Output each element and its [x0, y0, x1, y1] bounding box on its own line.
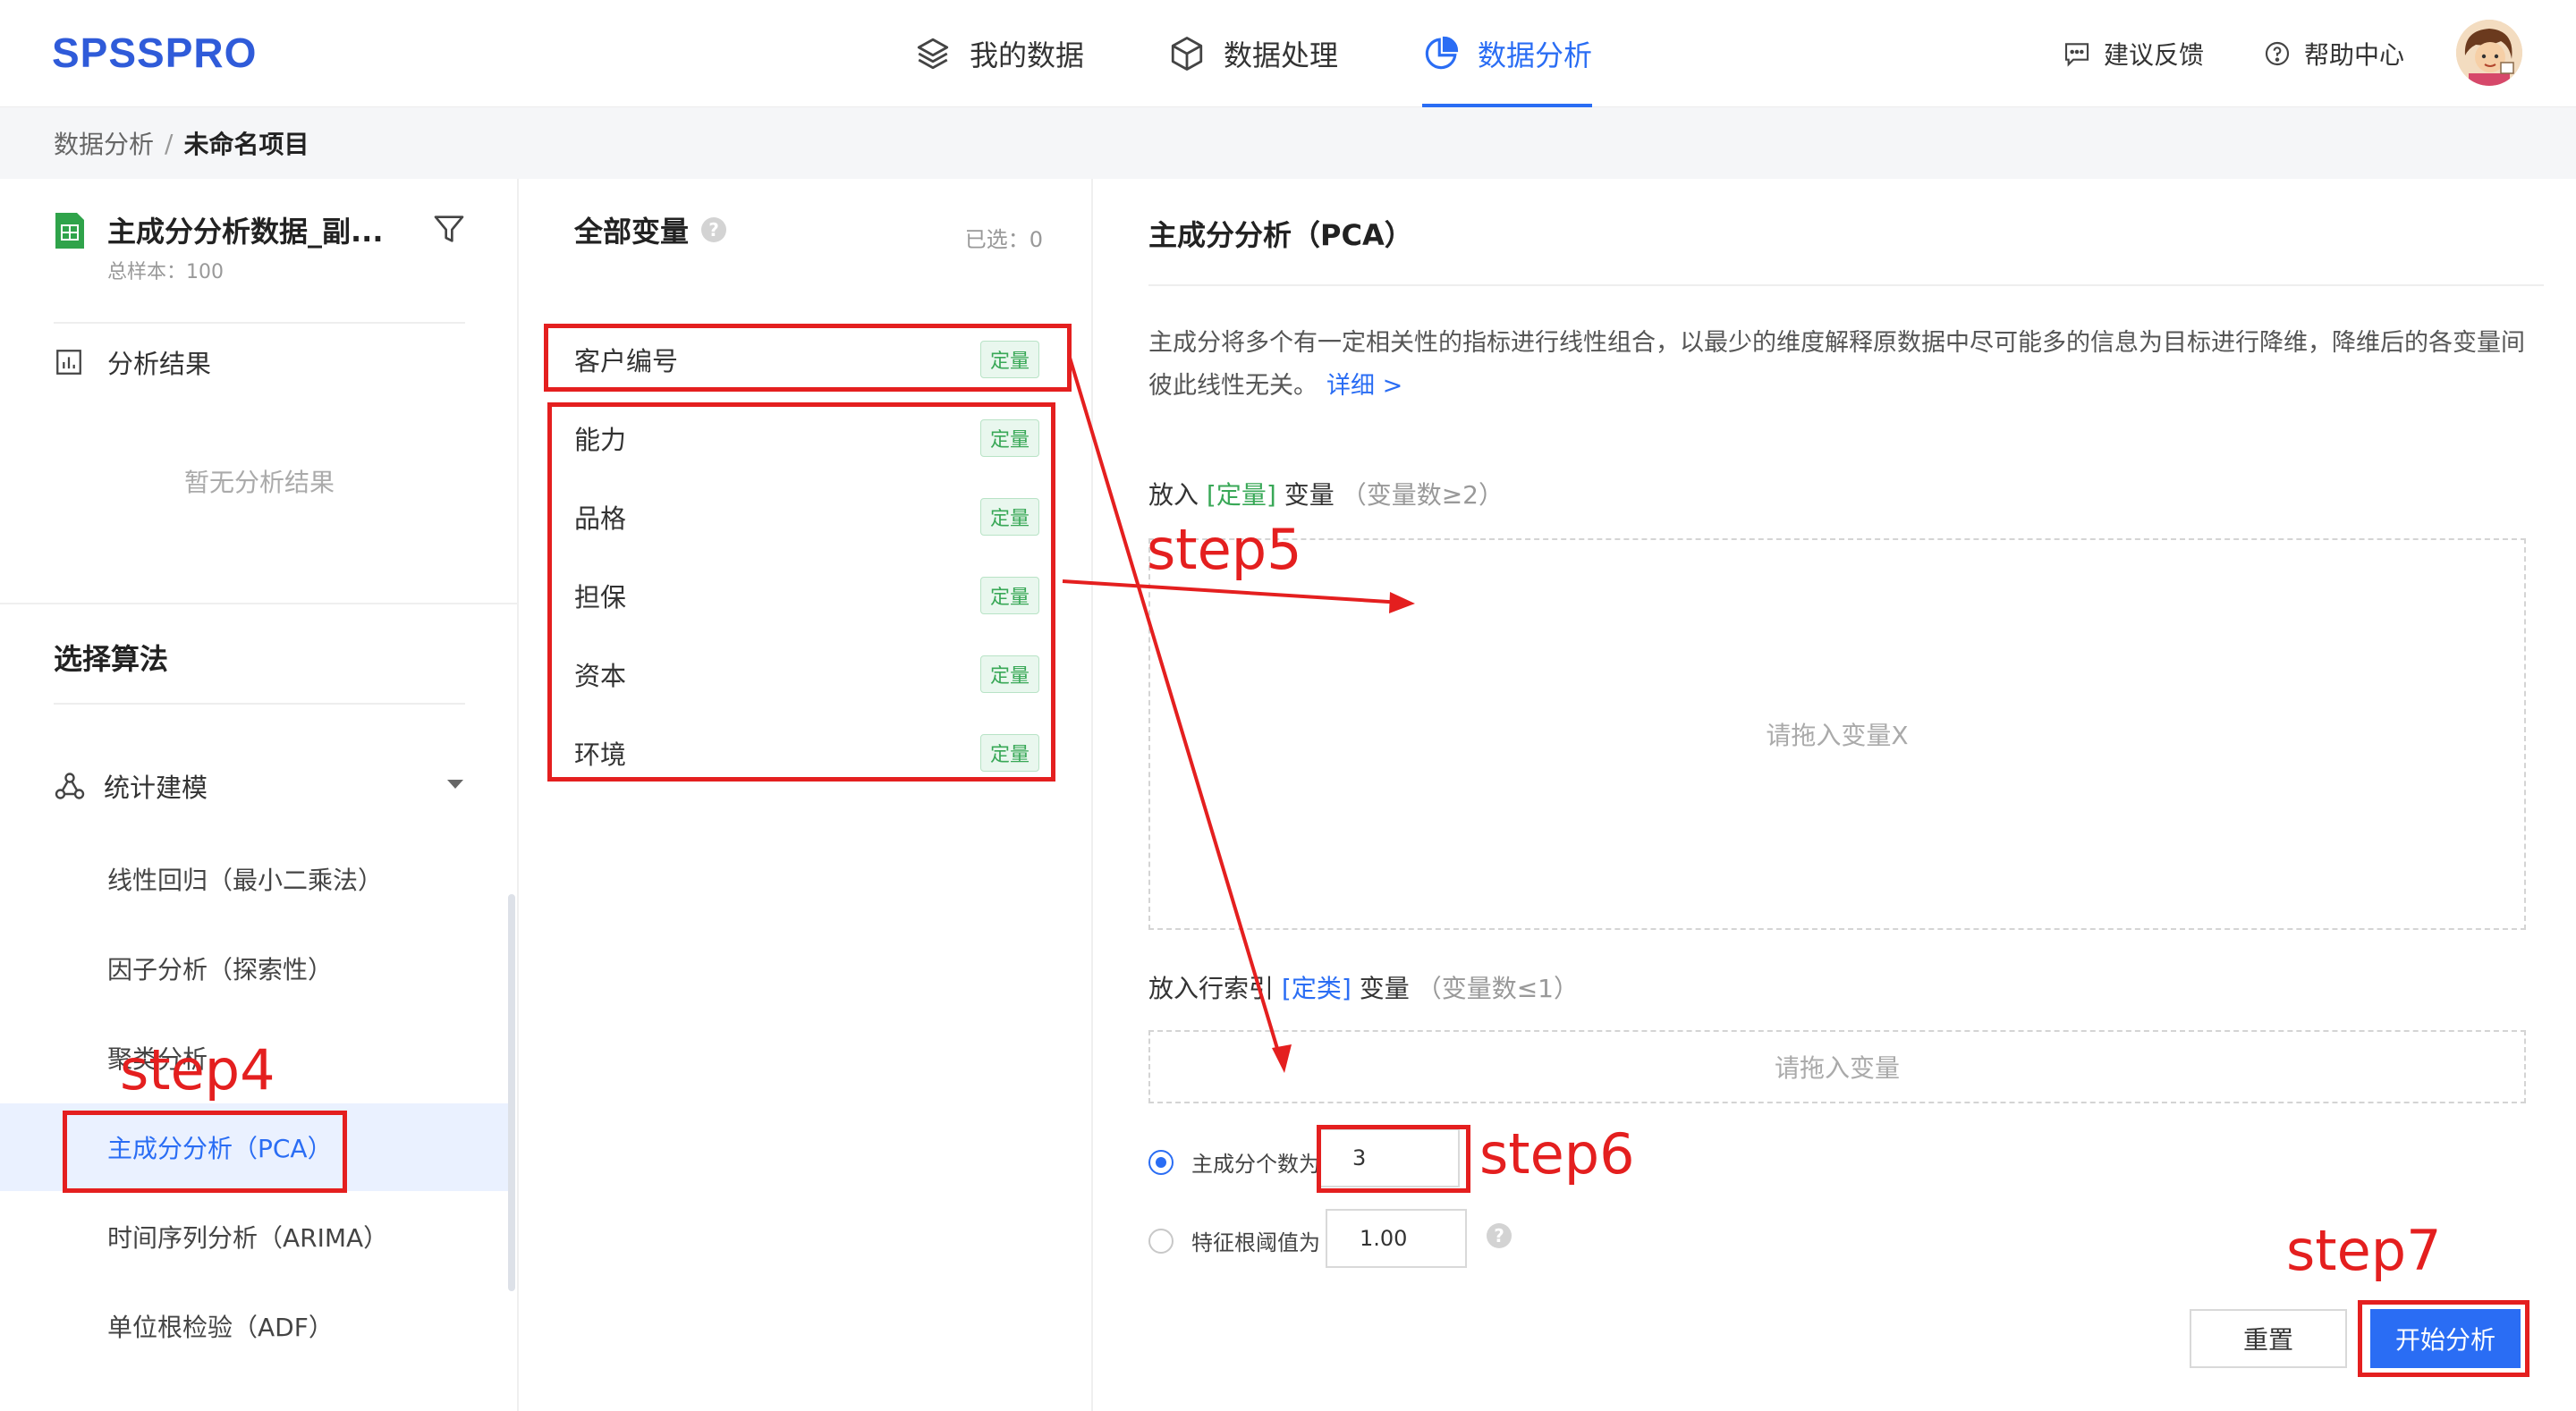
feedback-label: 建议反馈 — [2104, 40, 2205, 70]
help-icon[interactable]: ? — [701, 217, 727, 242]
breadcrumb: 数据分析 / 未命名项目 — [0, 107, 2576, 179]
layers-icon — [917, 38, 949, 70]
step6-label: step6 — [1479, 1121, 1635, 1187]
drop-index-label: 放入行索引 [定类] 变量 （变量数≤1） — [1148, 969, 1579, 1005]
step7-label: step7 — [2286, 1218, 2442, 1283]
step5-label: step5 — [1147, 517, 1302, 582]
all-variables-header: 全部变量 ? — [574, 209, 727, 250]
dataset-sample-count: 总样本：100 — [107, 261, 224, 283]
reset-button[interactable]: 重置 — [2190, 1309, 2347, 1368]
nav-label: 数据分析 — [1478, 38, 1593, 72]
algorithm-section-title: 选择算法 — [54, 642, 169, 676]
annotation-box-component-count — [1317, 1125, 1470, 1193]
no-results-text: 暂无分析结果 — [183, 468, 335, 497]
algorithm-item-factor-analysis[interactable]: 因子分析（探索性） — [0, 925, 510, 1012]
spsspro-logo[interactable]: SPSSPRO — [52, 29, 257, 77]
algorithm-item-label: 单位根检验（ADF） — [107, 1313, 334, 1342]
nav-label: 我的数据 — [970, 38, 1085, 72]
option-eigen-threshold[interactable]: 特征根阈值为 — [1148, 1225, 1320, 1256]
step4-label: step4 — [120, 1037, 275, 1103]
algorithm-item-label: 因子分析（探索性） — [107, 955, 334, 984]
row-index-dropzone[interactable]: 请拖入变量 — [1148, 1030, 2526, 1103]
bar-chart-icon — [56, 350, 81, 375]
algorithm-group-label: 统计建模 — [104, 773, 208, 803]
dropzone-placeholder: 请拖入变量X — [1766, 721, 1909, 750]
algorithm-item-label: 时间序列分析（ARIMA） — [107, 1223, 389, 1253]
sidebar-divider — [54, 703, 465, 705]
filter-icon[interactable] — [431, 211, 467, 247]
drop-x-label: 放入 [定量] 变量 （变量数≥2） — [1148, 476, 1504, 511]
dataset-title: 主成分分析数据_副... — [107, 215, 384, 249]
pie-chart-icon — [1425, 36, 1459, 70]
nav-data-analysis[interactable]: 数据分析 — [1422, 0, 1593, 107]
annotation-box-pca — [63, 1111, 347, 1193]
top-nav-bar: SPSSPRO 我的数据 数据处理 数据分析 建议反馈 帮助中心 — [0, 0, 2576, 107]
sidebar-scrollbar[interactable] — [508, 894, 515, 1291]
drop-index-prefix: 放入行索引 — [1148, 974, 1275, 1003]
algorithm-item-label: 线性回归（最小二乘法） — [107, 866, 384, 895]
radio-eigen-threshold[interactable] — [1148, 1228, 1174, 1254]
panel-divider — [1148, 284, 2544, 286]
help-circle-icon — [2265, 41, 2290, 66]
algorithm-item-adf[interactable]: 单位根检验（ADF） — [0, 1282, 510, 1370]
network-nodes-icon — [55, 773, 85, 799]
algorithm-group-statistical-modeling[interactable]: 统计建模 — [54, 767, 465, 805]
details-link[interactable]: 详细 > — [1326, 372, 1402, 400]
eigen-threshold-input[interactable]: 1.00 — [1326, 1209, 1467, 1268]
spreadsheet-file-icon — [55, 213, 84, 249]
avatar-illustration-icon — [2456, 20, 2522, 86]
nav-my-data[interactable]: 我的数据 — [914, 0, 1084, 107]
panel-title: 主成分分析（PCA） — [1148, 218, 1413, 252]
drop-index-hint: （变量数≤1） — [1416, 974, 1579, 1003]
nav-label: 数据处理 — [1224, 38, 1339, 72]
feedback-link[interactable]: 建议反馈 — [2063, 0, 2204, 107]
annotation-box-customer-id — [544, 324, 1072, 392]
drop-x-suffix: 变量 — [1284, 480, 1335, 510]
sidebar-divider — [54, 322, 465, 324]
help-center-link[interactable]: 帮助中心 — [2263, 0, 2404, 107]
panel-description: 主成分将多个有一定相关性的指标进行线性组合，以最少的维度解释原数据中尽可能多的信… — [1148, 322, 2526, 408]
variable-x-dropzone[interactable]: 请拖入变量X — [1148, 538, 2526, 930]
breadcrumb-parent[interactable]: 数据分析 — [54, 125, 154, 161]
breadcrumb-current: 未命名项目 — [183, 130, 309, 159]
help-icon[interactable]: ? — [1487, 1223, 1512, 1248]
drop-x-type: [定量] — [1206, 480, 1276, 510]
drop-x-hint: （变量数≥2） — [1341, 480, 1504, 510]
option-component-count[interactable]: 主成分个数为 — [1148, 1146, 1320, 1178]
breadcrumb-separator: / — [165, 128, 174, 158]
left-sidebar: 主成分分析数据_副... 总样本：100 分析结果 暂无分析结果 选择算法 统计… — [0, 179, 519, 1411]
option-label: 主成分个数为 — [1191, 1152, 1320, 1177]
option-label: 特征根阈值为 — [1191, 1230, 1320, 1255]
results-label: 分析结果 — [107, 349, 212, 379]
dropzone-placeholder: 请拖入变量 — [1774, 1053, 1900, 1083]
input-value: 1.00 — [1360, 1226, 1408, 1251]
sidebar-section-divider — [0, 603, 519, 604]
help-label: 帮助中心 — [2304, 40, 2405, 70]
radio-component-count[interactable] — [1148, 1149, 1174, 1175]
nav-data-processing[interactable]: 数据处理 — [1168, 0, 1338, 107]
message-icon — [2064, 43, 2089, 67]
drop-index-suffix: 变量 — [1359, 974, 1410, 1003]
annotation-box-variables — [547, 402, 1055, 782]
annotation-box-start — [2358, 1300, 2529, 1377]
drop-index-type: [定类] — [1281, 974, 1352, 1003]
all-variables-title: 全部变量 — [574, 215, 690, 249]
cube-icon — [1171, 37, 1203, 71]
analysis-results-header[interactable]: 分析结果 — [54, 343, 211, 381]
algorithm-item-arima[interactable]: 时间序列分析（ARIMA） — [0, 1193, 510, 1280]
algorithm-item-linear-regression[interactable]: 线性回归（最小二乘法） — [0, 835, 510, 923]
caret-down-icon[interactable] — [445, 778, 465, 790]
user-avatar[interactable] — [2456, 20, 2522, 86]
selected-count: 已选：0 — [964, 227, 1043, 252]
drop-x-prefix: 放入 — [1148, 480, 1199, 510]
